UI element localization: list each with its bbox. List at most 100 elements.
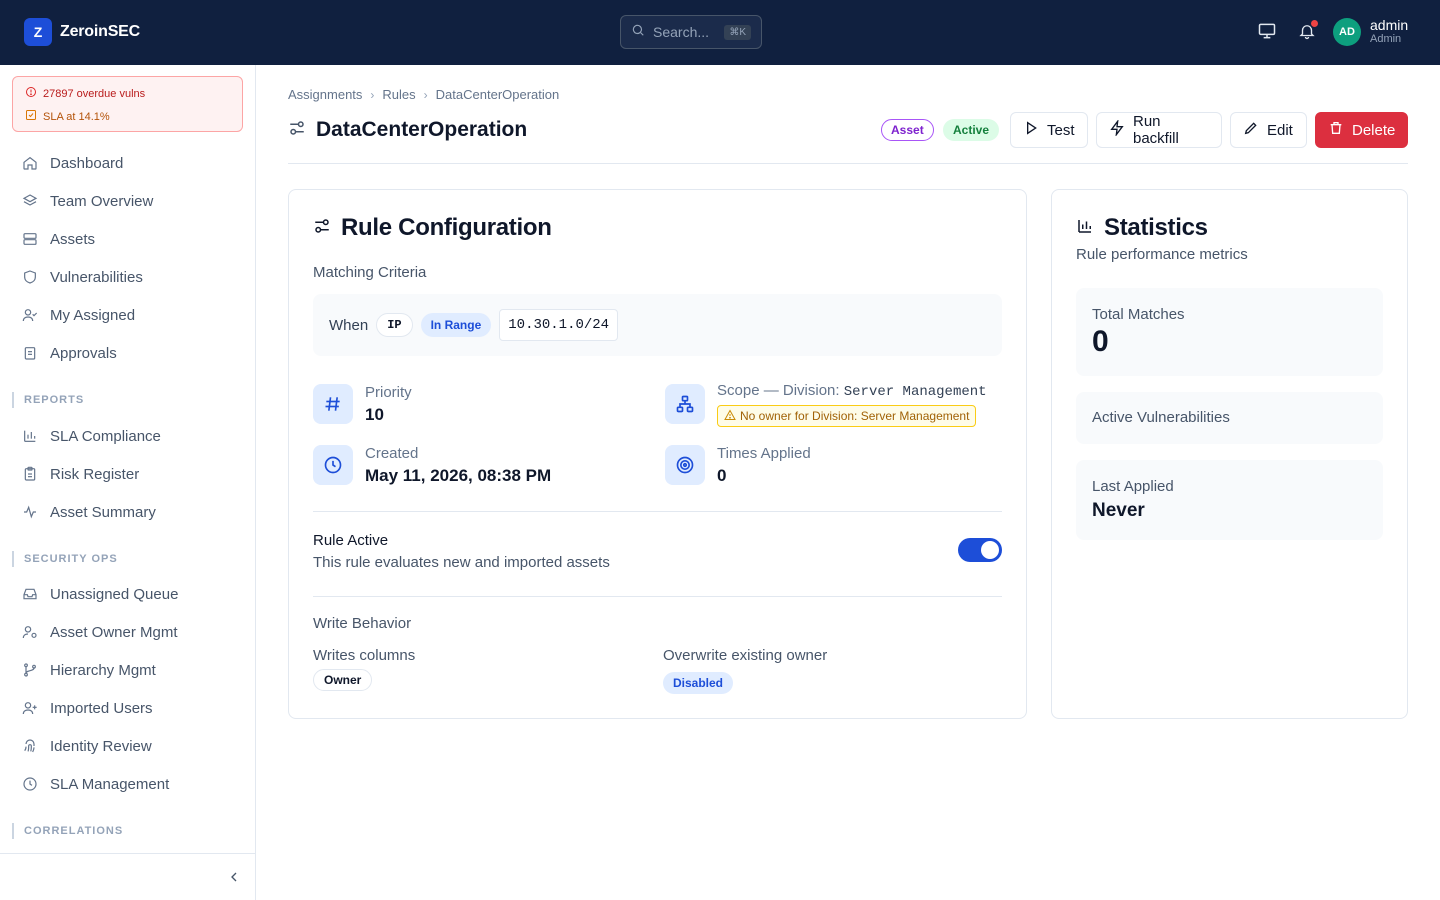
- brand[interactable]: Z ZeroinSEC: [24, 18, 140, 46]
- sidebar-divider: [0, 853, 256, 854]
- alert-circle-icon: [25, 86, 37, 101]
- server-icon: [22, 231, 38, 247]
- priority-label: Priority: [365, 384, 412, 401]
- sidebar-item-unassigned-queue[interactable]: Unassigned Queue: [22, 582, 178, 606]
- rule-configuration-title: Rule Configuration: [313, 214, 552, 242]
- last-applied-value: Never: [1092, 500, 1145, 521]
- clock-icon: [313, 445, 353, 485]
- notification-dot: [1311, 20, 1318, 27]
- statistics-heading: Statistics: [1104, 214, 1208, 241]
- section-reports: REPORTS: [12, 392, 84, 408]
- rule-active-toggle[interactable]: [958, 538, 1002, 562]
- layers-icon: [22, 193, 38, 209]
- writes-columns-label: Writes columns: [313, 647, 416, 664]
- user-role: Admin: [1370, 33, 1402, 45]
- sidebar-item-vulnerabilities[interactable]: Vulnerabilities: [22, 265, 143, 289]
- sidebar-item-hierarchy-mgmt[interactable]: Hierarchy Mgmt: [22, 658, 156, 682]
- overwrite-owner-label: Overwrite existing owner: [663, 647, 828, 664]
- sidebar-item-label: Team Overview: [50, 192, 154, 210]
- avatar[interactable]: AD: [1333, 18, 1361, 46]
- priority-value: 10: [365, 405, 384, 424]
- sidebar-item-label: Unassigned Queue: [50, 585, 179, 603]
- operator-pill: In Range: [420, 313, 492, 337]
- sidebar-item-assets[interactable]: Assets: [22, 227, 95, 251]
- monitor-icon[interactable]: [1256, 20, 1278, 42]
- divider: [313, 596, 1002, 597]
- pencil-icon: [1243, 120, 1259, 140]
- target-icon: [665, 445, 705, 485]
- total-matches-value: 0: [1092, 325, 1109, 358]
- sidebar-item-dashboard[interactable]: Dashboard: [22, 151, 123, 175]
- page-title: DataCenterOperation: [316, 118, 528, 141]
- times-applied-label: Times Applied: [717, 445, 811, 462]
- network-icon: [665, 384, 705, 424]
- alert-box[interactable]: 27897 overdue vulns SLA at 14.1%: [12, 76, 243, 132]
- sidebar-item-risk-register[interactable]: Risk Register: [22, 462, 139, 486]
- top-bar: Z ZeroinSEC Search... ⌘K AD admin Admin: [0, 0, 1440, 65]
- sidebar-item-imported-users[interactable]: Imported Users: [22, 696, 153, 720]
- bar-chart-icon: [1076, 214, 1094, 242]
- sla-text: SLA at 14.1%: [43, 110, 110, 123]
- activity-icon: [22, 504, 38, 520]
- rule-configuration-card: Rule Configuration Matching Criteria Whe…: [288, 189, 1027, 719]
- run-backfill-button[interactable]: Run backfill: [1096, 112, 1222, 148]
- sla-check-icon: [25, 109, 37, 124]
- created-label: Created: [365, 445, 419, 462]
- field-pill: IP: [376, 313, 413, 337]
- section-security-ops: SECURITY OPS: [12, 551, 118, 567]
- sla-alert[interactable]: SLA at 14.1%: [25, 109, 110, 124]
- sidebar-item-asset-summary[interactable]: Asset Summary: [22, 500, 156, 524]
- last-applied-box: Last Applied Never: [1076, 460, 1383, 540]
- sidebar-item-asset-owner-mgmt[interactable]: Asset Owner Mgmt: [22, 620, 178, 644]
- hash-icon: [313, 384, 353, 424]
- user-check-icon: [22, 307, 38, 323]
- value-box: 10.30.1.0/24: [499, 309, 619, 341]
- search-icon: [631, 23, 645, 42]
- shield-icon: [22, 269, 38, 285]
- inbox-icon: [22, 586, 38, 602]
- statistics-card: Statistics Rule performance metrics Tota…: [1051, 189, 1408, 719]
- total-matches-box: Total Matches 0: [1076, 288, 1383, 376]
- sidebar-item-label: Identity Review: [50, 737, 152, 755]
- when-label: When: [329, 316, 369, 334]
- matching-criteria: When IP In Range 10.30.1.0/24: [313, 294, 1002, 356]
- search-input[interactable]: Search... ⌘K: [620, 15, 762, 49]
- sidebar-item-identity-review[interactable]: Identity Review: [22, 734, 152, 758]
- sidebar-item-label: Asset Summary: [50, 503, 156, 521]
- edit-button[interactable]: Edit: [1230, 112, 1307, 148]
- total-matches-label: Total Matches: [1092, 306, 1185, 323]
- breadcrumb-rules[interactable]: Rules: [382, 87, 415, 102]
- chevron-right-icon: ›: [370, 87, 375, 102]
- sidebar-item-my-assigned[interactable]: My Assigned: [22, 303, 135, 327]
- search-shortcut: ⌘K: [724, 24, 751, 40]
- sidebar-item-approvals[interactable]: Approvals: [22, 341, 117, 365]
- title-row: DataCenterOperation: [288, 118, 527, 142]
- run-backfill-label: Run backfill: [1133, 113, 1179, 147]
- overdue-alert[interactable]: 27897 overdue vulns: [25, 86, 145, 101]
- statistics-title: Statistics: [1076, 214, 1208, 242]
- sliders-icon: [313, 214, 331, 242]
- brand-logo: Z: [24, 18, 52, 46]
- sidebar-item-label: SLA Management: [50, 775, 170, 793]
- collapse-sidebar-icon[interactable]: [226, 869, 242, 885]
- last-applied-label: Last Applied: [1092, 478, 1174, 495]
- sidebar-item-label: Vulnerabilities: [50, 268, 143, 286]
- test-button[interactable]: Test: [1010, 112, 1088, 148]
- sidebar-item-sla-management[interactable]: SLA Management: [22, 772, 169, 796]
- clipboard-icon: [22, 345, 38, 361]
- section-correlations: CORRELATIONS: [12, 823, 123, 839]
- breadcrumb-assignments[interactable]: Assignments: [288, 87, 362, 102]
- sidebar-item-sla-compliance[interactable]: SLA Compliance: [22, 424, 161, 448]
- write-behavior-label: Write Behavior: [313, 615, 412, 632]
- test-button-label: Test: [1047, 121, 1075, 139]
- sidebar-item-label: My Assigned: [50, 306, 136, 324]
- sidebar-item-label: Dashboard: [50, 154, 124, 172]
- user-name[interactable]: admin: [1370, 17, 1408, 33]
- sidebar-item-team-overview[interactable]: Team Overview: [22, 189, 153, 213]
- user-plus-icon: [22, 700, 38, 716]
- zap-icon: [1109, 118, 1125, 140]
- overdue-text: 27897 overdue vulns: [43, 87, 146, 100]
- trash-icon: [1328, 120, 1344, 140]
- bell-icon[interactable]: [1296, 20, 1318, 42]
- delete-button[interactable]: Delete: [1315, 112, 1408, 148]
